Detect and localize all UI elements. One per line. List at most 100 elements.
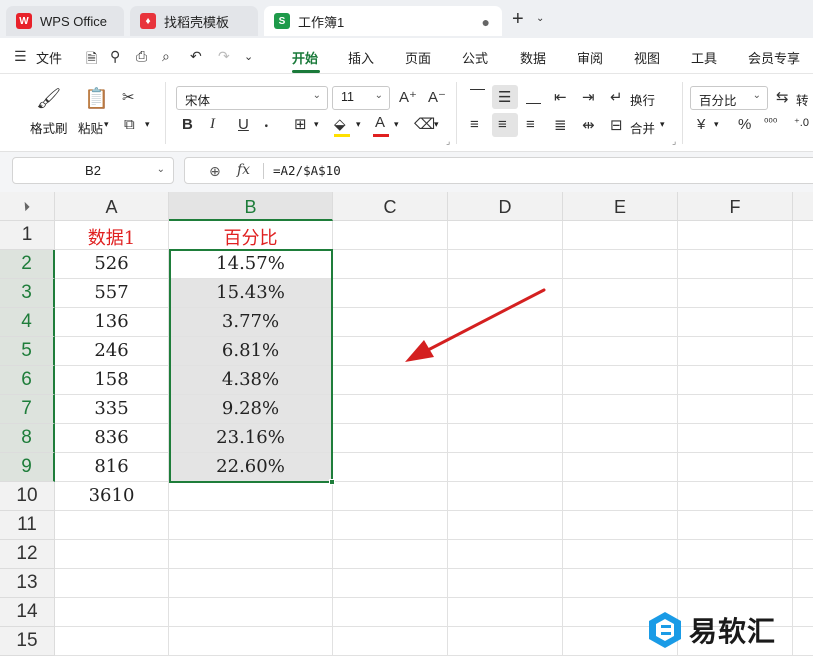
cell-d10[interactable] [448,482,563,511]
row-header-14[interactable]: 14 [0,598,55,627]
cell-g4[interactable] [793,308,813,337]
tab-wps-office[interactable]: W WPS Office [6,6,124,36]
cell-e12[interactable] [563,540,678,569]
copy-icon[interactable]: ⧉ [124,116,135,133]
zoom-icon[interactable]: ⊕ [209,163,221,180]
align-top-icon[interactable]: ⎺ [470,88,485,105]
cell-a14[interactable] [55,598,169,627]
font-name-select[interactable]: 宋体 ⌄ [176,86,328,110]
format-painter-button[interactable]: 格式刷 [30,118,68,137]
cell-a7[interactable]: 335 [55,395,169,424]
cell-g2[interactable] [793,250,813,279]
convert-icon[interactable]: ⇆ [776,88,789,106]
close-tab-icon[interactable]: ● [482,14,490,30]
cell-e13[interactable] [563,569,678,598]
cell-a9[interactable]: 816 [55,453,169,482]
cell-b5[interactable]: 6.81% [169,337,333,366]
cell-f3[interactable] [678,279,793,308]
cell-f12[interactable] [678,540,793,569]
row-header-1[interactable]: 1 [0,221,55,250]
cell-b7[interactable]: 9.28% [169,395,333,424]
row-header-13[interactable]: 13 [0,569,55,598]
row-header-12[interactable]: 12 [0,540,55,569]
distribute-icon[interactable]: ⇹ [582,116,595,134]
cell-b13[interactable] [169,569,333,598]
cell-g9[interactable] [793,453,813,482]
justify-icon[interactable]: ≣ [554,116,567,134]
font-settings-launcher-icon[interactable]: ⌟ [446,136,450,147]
cell-c14[interactable] [333,598,448,627]
cell-f5[interactable] [678,337,793,366]
chevron-down-icon[interactable]: ⌄ [536,13,544,24]
strikethrough-icon[interactable]: ꞏ [264,116,269,136]
spreadsheet-grid[interactable]: A B C D E F 1 2 3 4 5 6 7 8 9 10 11 12 1… [0,192,813,657]
menu-tab-view[interactable]: 视图 [634,48,660,67]
cell-c10[interactable] [333,482,448,511]
cell-a4[interactable]: 136 [55,308,169,337]
cell-d12[interactable] [448,540,563,569]
increase-indent-icon[interactable]: ⇥ [582,88,595,106]
cell-d2[interactable] [448,250,563,279]
cell-e1[interactable] [563,221,678,250]
font-size-select[interactable]: 11 ⌄ [332,86,390,110]
align-center-icon[interactable]: ≡ [498,116,507,133]
cell-f8[interactable] [678,424,793,453]
font-color-dropdown-icon[interactable]: ▾ [394,119,399,130]
cell-c7[interactable] [333,395,448,424]
row-header-8[interactable]: 8 [0,424,55,453]
convert-button[interactable]: 转 [796,90,809,109]
row-header-4[interactable]: 4 [0,308,55,337]
wrap-text-icon[interactable]: ↵ [610,88,623,106]
cell-a8[interactable]: 836 [55,424,169,453]
cell-a15[interactable] [55,627,169,656]
cell-c12[interactable] [333,540,448,569]
cell-g3[interactable] [793,279,813,308]
row-header-15[interactable]: 15 [0,627,55,656]
cell-g10[interactable] [793,482,813,511]
cell-c2[interactable] [333,250,448,279]
align-bottom-icon[interactable]: ⎽ [526,88,541,105]
cell-e5[interactable] [563,337,678,366]
name-box[interactable]: B2 ⌄ [12,157,174,184]
cell-e2[interactable] [563,250,678,279]
cell-c8[interactable] [333,424,448,453]
menu-tab-home[interactable]: 开始 [292,48,318,67]
cell-g5[interactable] [793,337,813,366]
cell-d8[interactable] [448,424,563,453]
formula-input[interactable]: ⊕ fx =A2/$A$10 [184,157,813,184]
cell-e8[interactable] [563,424,678,453]
thousands-separator-icon[interactable]: ⁰⁰⁰ [764,116,777,129]
cell-d15[interactable] [448,627,563,656]
cell-b9[interactable]: 22.60% [169,453,333,482]
column-header-a[interactable]: A [55,192,169,221]
file-menu[interactable]: 文件 [36,48,62,67]
cell-b15[interactable] [169,627,333,656]
cell-g1[interactable] [793,221,813,250]
merge-cells-button[interactable]: 合并 [630,118,655,137]
paste-icon[interactable]: 📋 [84,86,109,111]
cell-g15[interactable] [793,627,813,656]
cell-c4[interactable] [333,308,448,337]
decrease-indent-icon[interactable]: ⇤ [554,88,567,106]
column-header-b[interactable]: B [169,192,333,221]
cell-a12[interactable] [55,540,169,569]
cell-b12[interactable] [169,540,333,569]
cut-icon[interactable]: ✂ [122,88,135,106]
paste-dropdown-icon[interactable]: ▾ [104,119,109,130]
row-header-2[interactable]: 2 [0,250,55,279]
cell-c15[interactable] [333,627,448,656]
row-header-10[interactable]: 10 [0,482,55,511]
cell-c3[interactable] [333,279,448,308]
row-header-3[interactable]: 3 [0,279,55,308]
row-header-9[interactable]: 9 [0,453,55,482]
cell-f13[interactable] [678,569,793,598]
cell-c5[interactable] [333,337,448,366]
cell-b8[interactable]: 23.16% [169,424,333,453]
cell-b4[interactable]: 3.77% [169,308,333,337]
number-format-select[interactable]: 百分比 ⌄ [690,86,768,110]
cell-d9[interactable] [448,453,563,482]
cell-c9[interactable] [333,453,448,482]
increase-font-icon[interactable]: A⁺ [399,88,417,106]
cell-d6[interactable] [448,366,563,395]
cell-e3[interactable] [563,279,678,308]
